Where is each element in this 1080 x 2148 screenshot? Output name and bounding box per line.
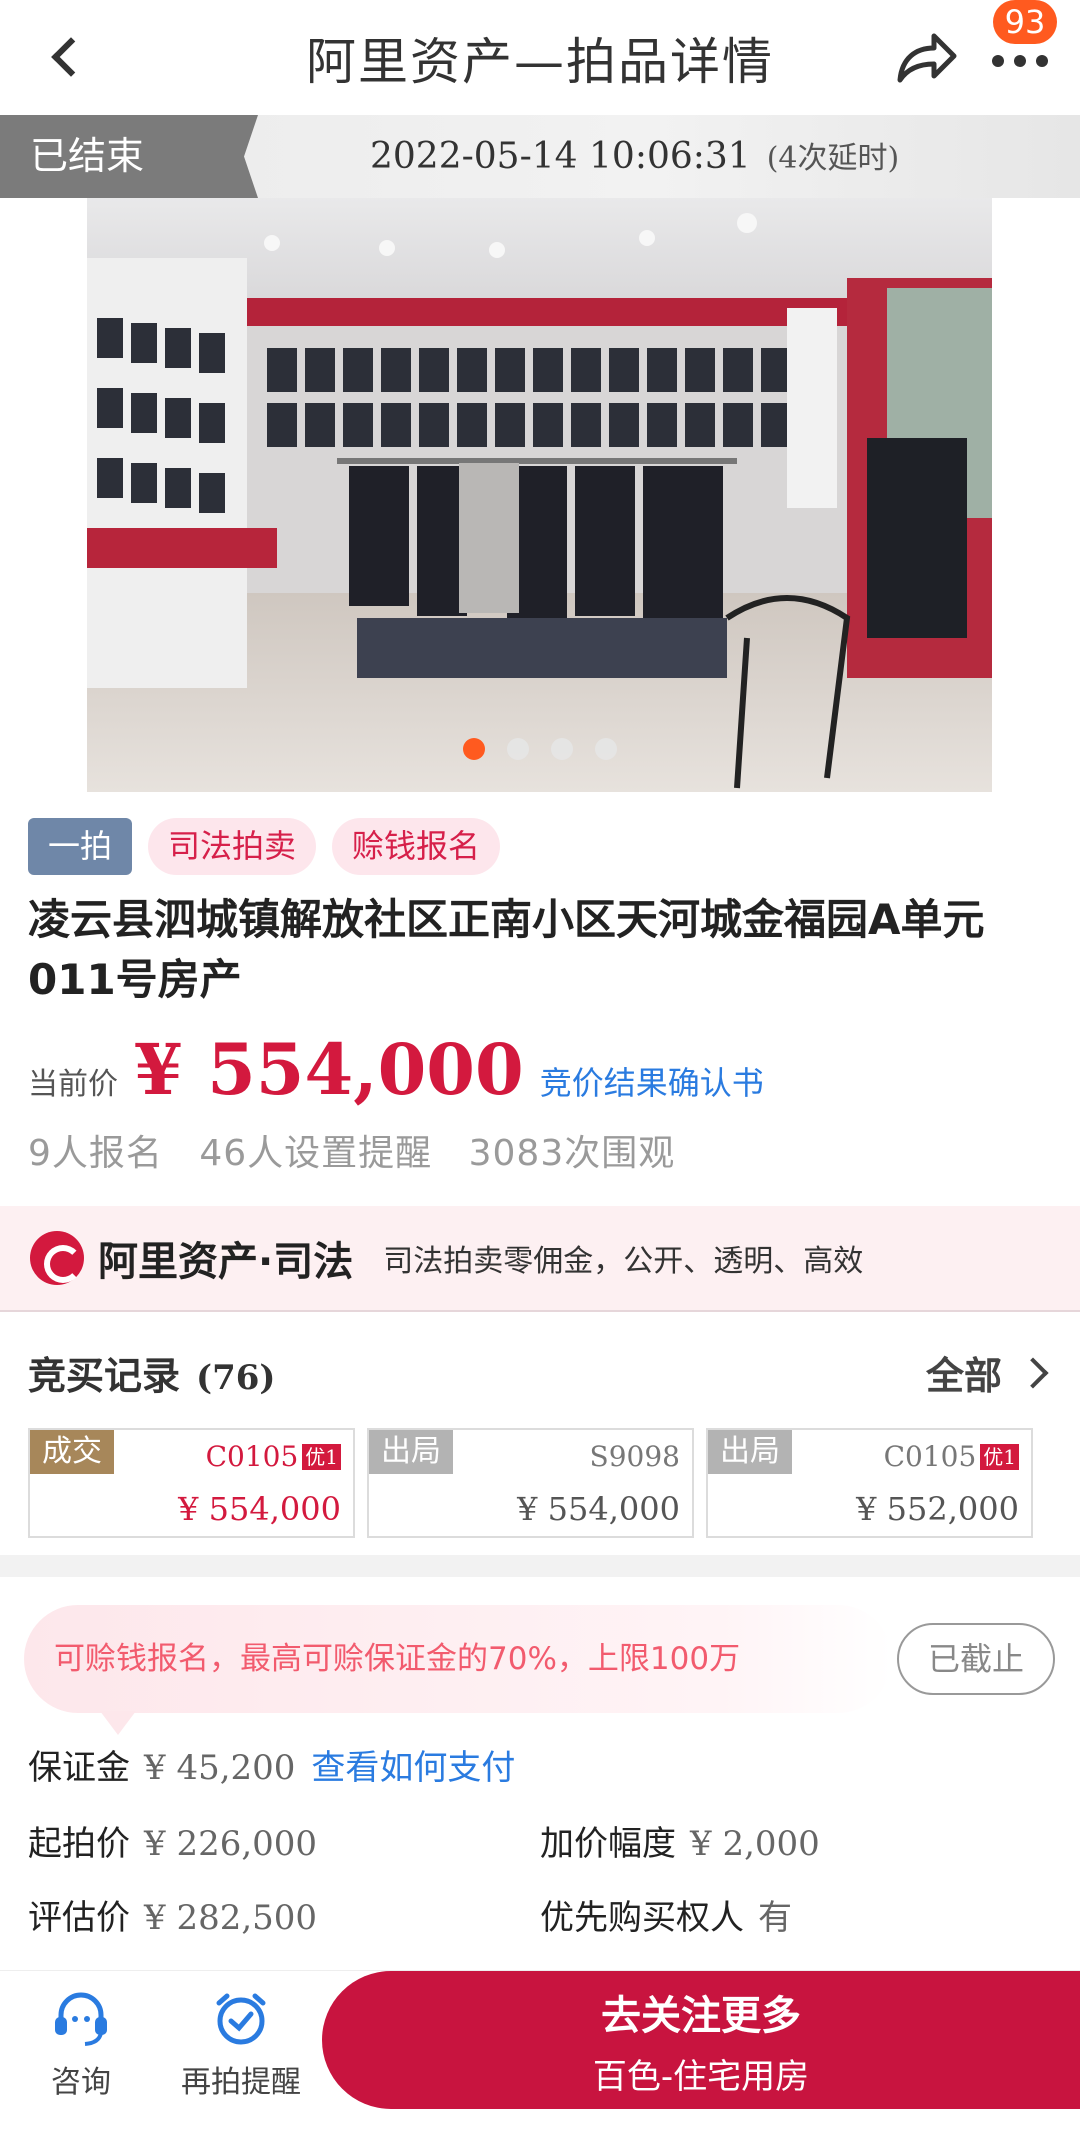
end-time-value: 2022-05-14 10:06:31 — [370, 136, 751, 177]
tag-first-auction: 一拍 — [28, 818, 133, 875]
bid-records-list: 成交 C0105 优1 ¥ 554,000 出局 S9098 ¥ 554,000 … — [28, 1428, 1033, 1538]
price-label: 当前价 — [28, 1067, 118, 1102]
follow-more-button[interactable]: 去关注更多 百色-住宅用房 — [322, 1971, 1080, 2109]
store-photo — [87, 198, 992, 792]
reminder-count: 46人设置提醒 — [199, 1133, 433, 1174]
bid-result-confirmation-link[interactable]: 竞价结果确认书 — [540, 1058, 764, 1104]
priority-buyer-value: 有 — [758, 1898, 792, 1938]
carousel-dot[interactable] — [506, 738, 529, 760]
bid-price: ¥ 554,000 — [178, 1490, 341, 1528]
bottom-action-bar: 咨询 再拍提醒 去关注更多 百色-住宅用房 — [0, 1970, 1080, 2110]
bidder-id: C0105 优1 — [884, 1440, 1019, 1473]
appraisal-label: 评估价 — [28, 1898, 130, 1938]
view-all-records-button[interactable]: 全部 — [926, 1345, 1052, 1400]
bid-records-header: 竞买记录 (76) 全部 — [28, 1345, 1052, 1405]
share-button[interactable] — [890, 22, 962, 94]
top-nav-bar: 阿里资产—拍品详情 93 — [0, 0, 1080, 115]
share-icon — [897, 33, 957, 83]
bid-status-tag: 成交 — [30, 1430, 114, 1474]
starting-price-row: 起拍价 ¥ 226,000 — [28, 1816, 317, 1865]
deposit-row: 保证金 ¥ 45,200 查看如何支付 — [28, 1740, 515, 1789]
increment-label: 加价幅度 — [540, 1824, 676, 1864]
carousel-dot[interactable] — [550, 738, 573, 760]
increment-row: 加价幅度 ¥ 2,000 — [540, 1816, 820, 1865]
deposit-value: ¥ 45,200 — [144, 1748, 296, 1788]
bid-records-count: (76) — [196, 1358, 276, 1398]
bidder-id: C0105 优1 — [206, 1440, 341, 1473]
priority-buyer-row: 优先购买权人有 — [540, 1890, 792, 1939]
tag-credit-signup: 赊钱报名 — [332, 818, 501, 875]
credit-signup-notice: 可赊钱报名，最高可赊保证金的70%，上限100万 — [24, 1605, 892, 1735]
extension-count: (4次延时) — [766, 141, 900, 176]
bid-records-label: 竞买记录 — [28, 1354, 181, 1398]
follow-more-title: 去关注更多 — [601, 1993, 801, 2039]
view-count: 3083次围观 — [468, 1133, 676, 1174]
starting-price-value: ¥ 226,000 — [144, 1824, 318, 1864]
view-all-label: 全部 — [925, 1354, 1002, 1398]
auction-stats: 9人报名 46人设置提醒 3083次围观 — [28, 1124, 699, 1176]
priority-badge: 优1 — [980, 1443, 1019, 1470]
carousel-dot[interactable] — [594, 738, 617, 760]
consult-button[interactable]: 咨询 — [16, 1989, 146, 2101]
bid-record-card[interactable]: 成交 C0105 优1 ¥ 554,000 — [28, 1428, 355, 1538]
bid-price: ¥ 552,000 — [856, 1490, 1019, 1528]
carousel-dot[interactable] — [462, 738, 485, 760]
consult-label: 咨询 — [51, 2065, 111, 2100]
customer-service-icon — [55, 1992, 107, 2046]
bidder-code: C0105 — [205, 1440, 299, 1473]
auction-tags: 一拍 司法拍卖 赊钱报名 — [28, 818, 501, 875]
bid-records-title: 竞买记录 (76) — [28, 1345, 276, 1400]
alarm-clock-icon — [216, 1993, 266, 2045]
ali-assets-logo-icon — [30, 1231, 84, 1285]
tag-judicial-auction: 司法拍卖 — [148, 818, 317, 875]
appraisal-value: ¥ 282,500 — [144, 1898, 318, 1938]
signup-count: 9人报名 — [28, 1133, 163, 1174]
follow-more-subtitle: 百色-住宅用房 — [592, 2057, 810, 2097]
chevron-right-icon — [1017, 1356, 1049, 1389]
banner-text: 司法拍卖零佣金，公开、透明、高效 — [383, 1244, 864, 1279]
status-ended-tag: 已结束 — [0, 115, 258, 198]
bidder-id: S9098 — [590, 1440, 680, 1473]
priority-buyer-label: 优先购买权人 — [540, 1898, 744, 1938]
notification-badge: 93 — [993, 0, 1057, 44]
bid-record-card[interactable]: 出局 S9098 ¥ 554,000 — [367, 1428, 694, 1538]
bid-status-tag: 出局 — [708, 1430, 792, 1474]
bidder-code: C0105 — [883, 1440, 977, 1473]
end-time: 2022-05-14 10:06:31 (4次延时) — [370, 115, 899, 198]
re-auction-reminder-button[interactable]: 再拍提醒 — [176, 1989, 306, 2101]
judicial-banner[interactable]: 阿里资产·司法 司法拍卖零佣金，公开、透明、高效 — [0, 1206, 1080, 1312]
re-auction-reminder-label: 再拍提醒 — [181, 2065, 301, 2100]
bidder-code: S9098 — [589, 1440, 680, 1473]
bid-status-tag: 出局 — [369, 1430, 453, 1474]
priority-badge: 优1 — [302, 1443, 341, 1470]
item-photo-carousel[interactable] — [87, 198, 992, 792]
more-icon — [992, 55, 1048, 67]
item-title: 凌云县泗城镇解放社区正南小区天河城金福园A单元011号房产 — [28, 895, 985, 1004]
banner-brand: 阿里资产·司法 — [98, 1239, 354, 1285]
current-price: ¥ 554,000 — [134, 1028, 524, 1111]
signup-closed-button[interactable]: 已截止 — [897, 1623, 1055, 1695]
section-divider — [0, 1555, 1080, 1577]
deposit-label: 保证金 — [28, 1748, 130, 1788]
auction-status-bar: 已结束 2022-05-14 10:06:31 (4次延时) — [0, 115, 1080, 198]
bid-price: ¥ 554,000 — [517, 1490, 680, 1528]
bid-record-card[interactable]: 出局 C0105 优1 ¥ 552,000 — [706, 1428, 1033, 1538]
starting-price-label: 起拍价 — [28, 1824, 130, 1864]
carousel-indicator — [87, 738, 992, 760]
how-to-pay-link[interactable]: 查看如何支付 — [311, 1748, 515, 1788]
appraisal-row: 评估价 ¥ 282,500 — [28, 1890, 317, 1939]
increment-value: ¥ 2,000 — [690, 1824, 820, 1864]
current-price-row: 当前价 ¥ 554,000 竞价结果确认书 — [28, 1028, 764, 1118]
